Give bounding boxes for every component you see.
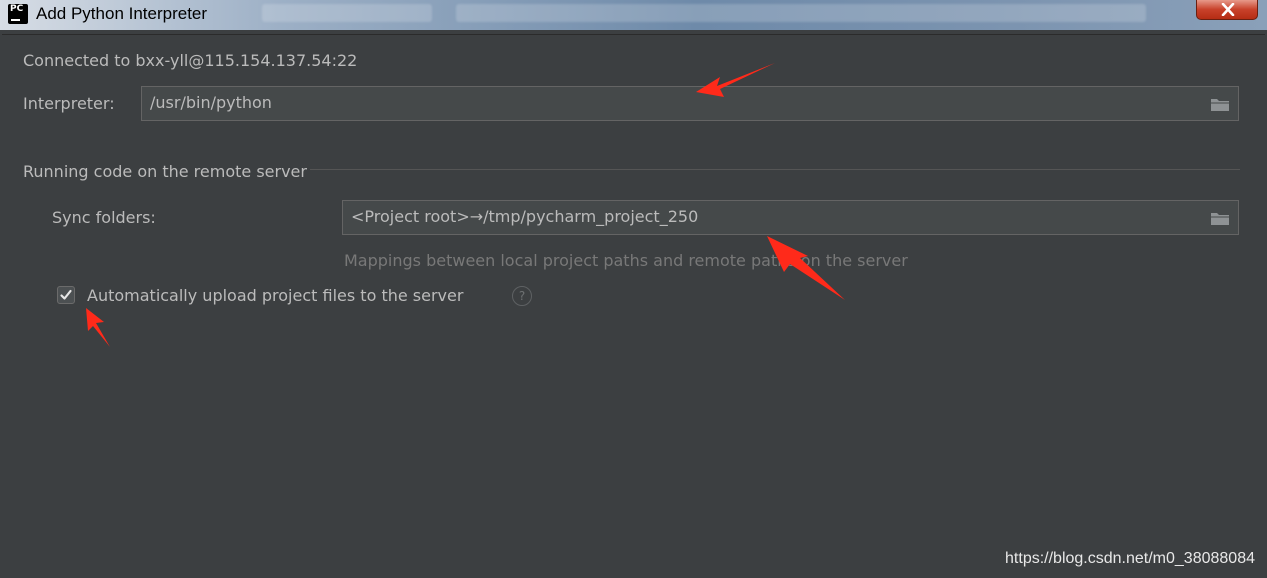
- sync-folders-hint: Mappings between local project paths and…: [344, 251, 908, 270]
- question-mark-icon[interactable]: ?: [512, 286, 532, 306]
- watermark: https://blog.csdn.net/m0_38088084: [1005, 550, 1255, 567]
- background-window-title-blur: [262, 4, 432, 22]
- auto-upload-label[interactable]: Automatically upload project files to th…: [87, 286, 463, 306]
- interpreter-path: /usr/bin/python: [150, 93, 272, 112]
- folder-icon[interactable]: [1210, 210, 1230, 226]
- dialog-content: Connected to bxx-yll@115.154.137.54:22 I…: [2, 34, 1265, 578]
- pycharm-app-icon: PC: [8, 4, 28, 24]
- checkmark-icon: [60, 289, 72, 300]
- connection-status: Connected to bxx-yll@115.154.137.54:22: [23, 51, 358, 70]
- interpreter-label: Interpreter:: [23, 94, 115, 113]
- dialog-window: PC Add Python Interpreter Connected to b…: [0, 0, 1267, 578]
- background-window-title-blur: [456, 4, 1146, 22]
- close-icon: [1221, 3, 1235, 16]
- sync-folders-field[interactable]: <Project root>→/tmp/pycharm_project_250: [342, 200, 1239, 235]
- sync-folders-mapping: <Project root>→/tmp/pycharm_project_250: [351, 207, 699, 226]
- app-icon-text: PC: [10, 4, 24, 14]
- sync-folders-label: Sync folders:: [52, 208, 156, 227]
- remote-section-title: Running code on the remote server: [23, 162, 307, 181]
- section-divider: [310, 169, 1240, 170]
- window-title: Add Python Interpreter: [36, 4, 208, 23]
- auto-upload-checkbox[interactable]: [57, 286, 75, 304]
- title-bar[interactable]: PC Add Python Interpreter: [0, 0, 1267, 30]
- interpreter-field[interactable]: /usr/bin/python: [141, 86, 1239, 121]
- close-button[interactable]: [1196, 0, 1258, 20]
- folder-icon[interactable]: [1210, 96, 1230, 112]
